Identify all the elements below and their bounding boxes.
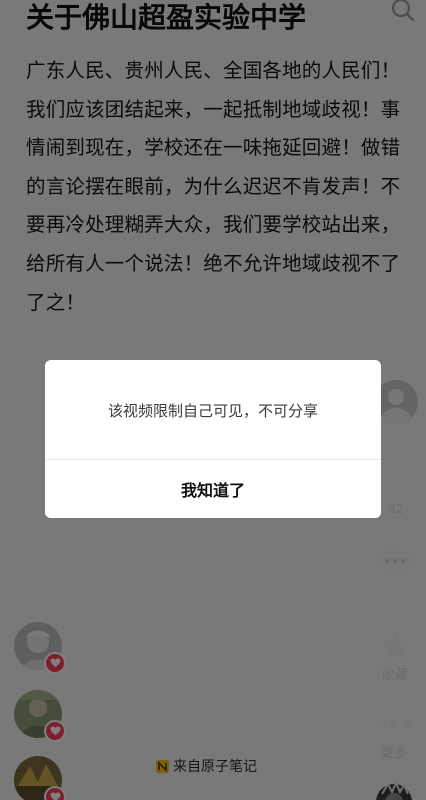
share-restricted-dialog: 该视频限制自己可见，不可分享 我知道了	[45, 360, 381, 518]
acknowledge-button[interactable]: 我知道了	[45, 460, 381, 518]
dialog-message: 该视频限制自己可见，不可分享	[107, 402, 318, 420]
video-screen: 关于佛山超盈实验中学 广东人民、贵州人民、全国各地的人民们！我们应该团结起来，一…	[0, 0, 426, 800]
